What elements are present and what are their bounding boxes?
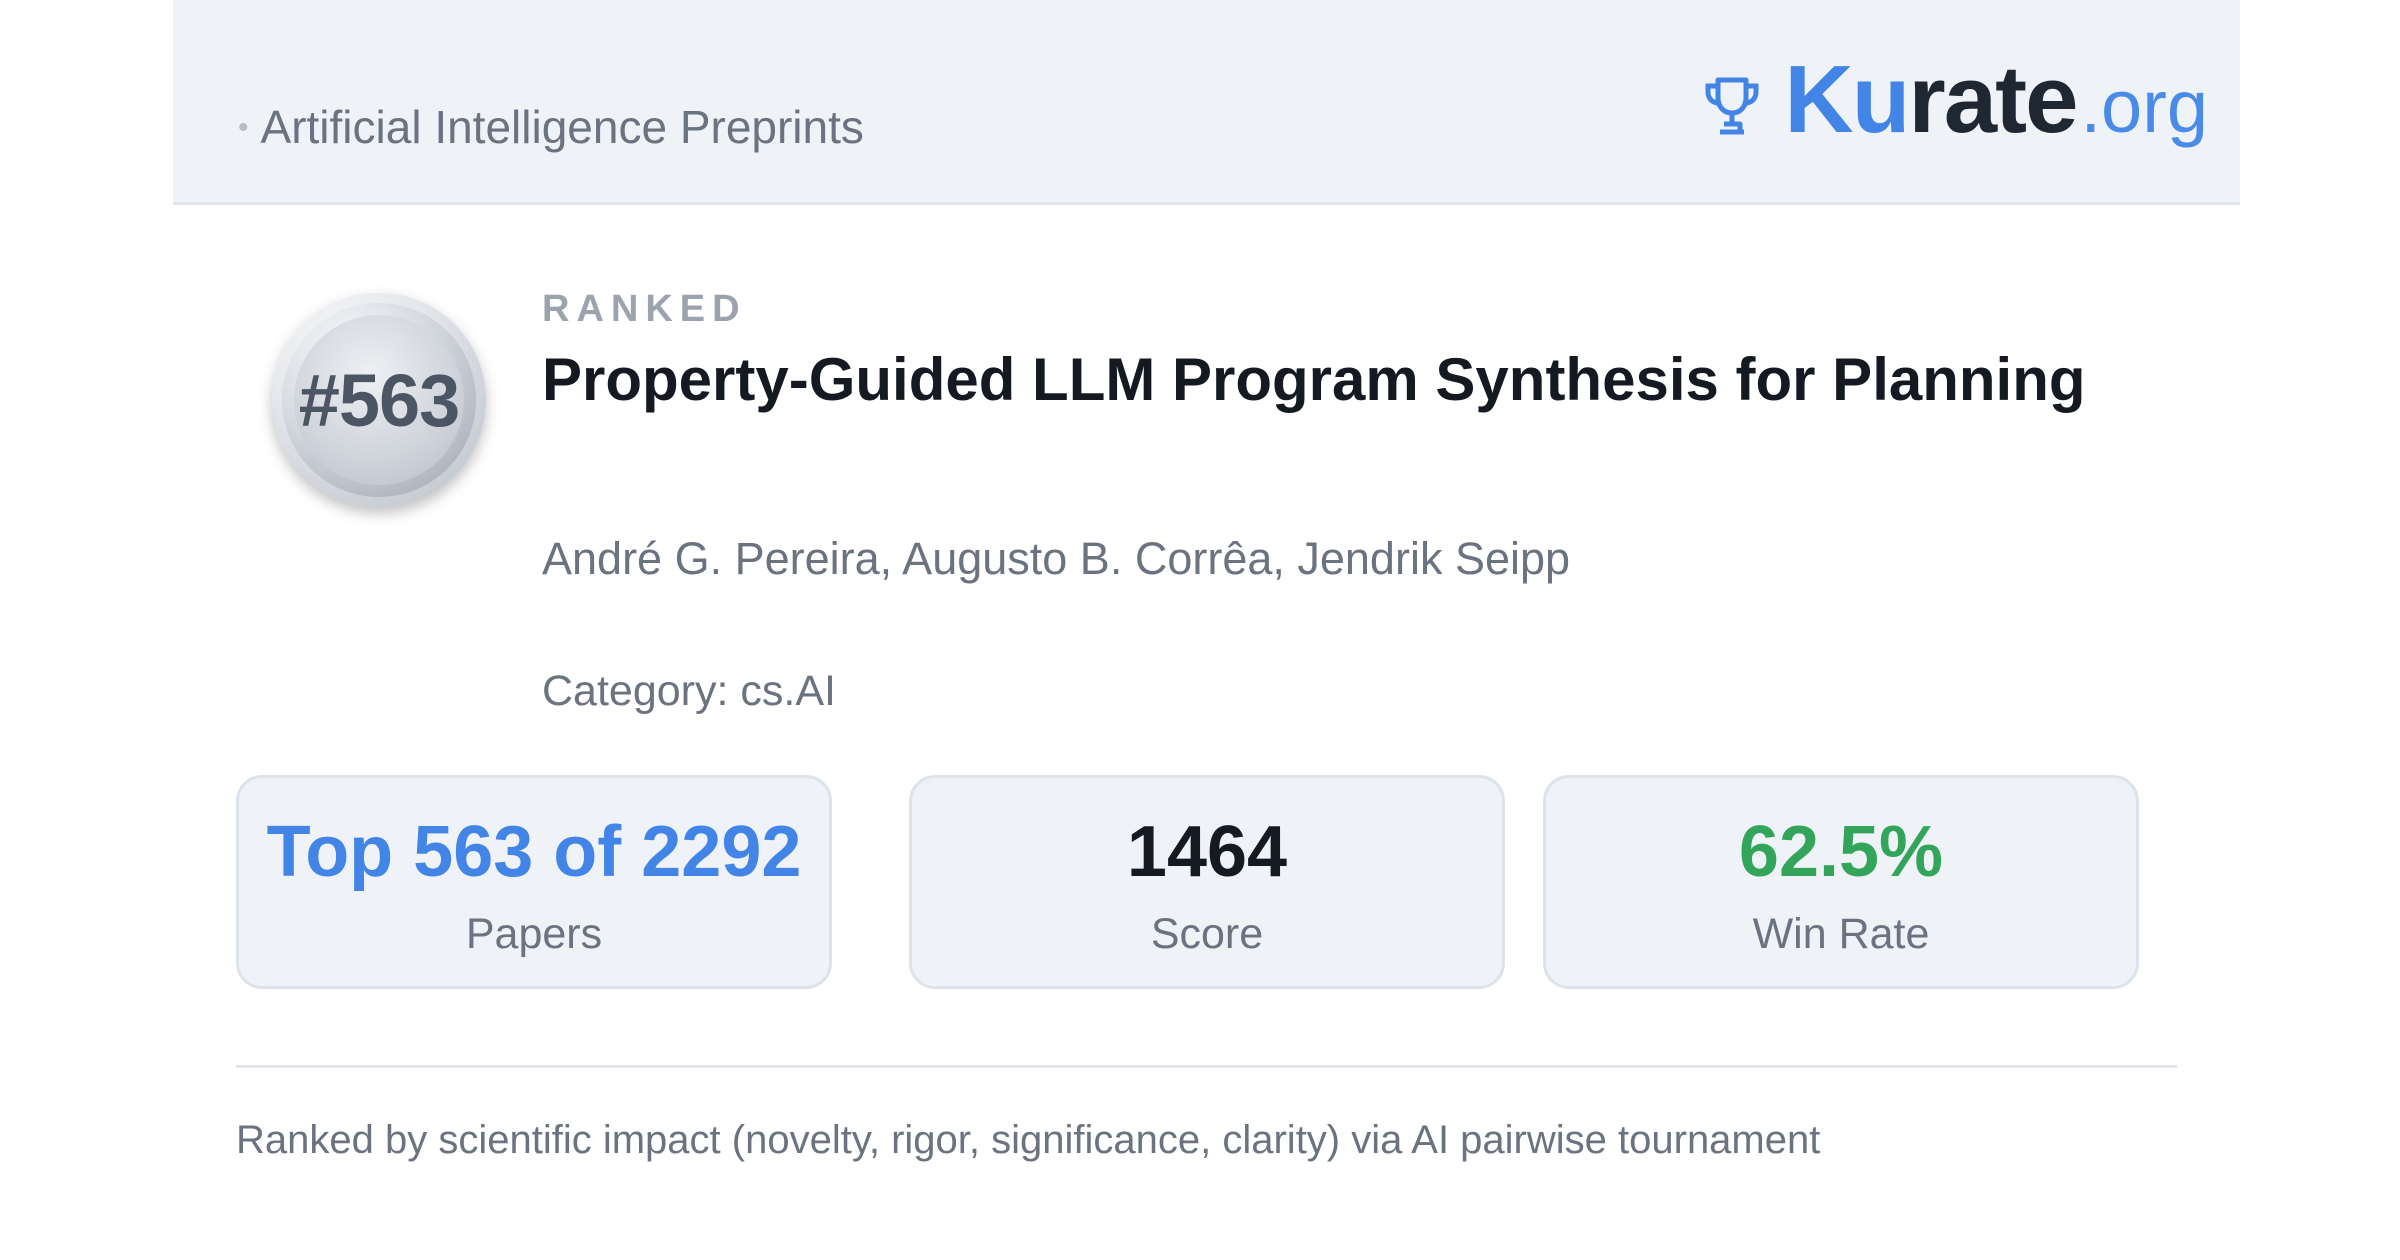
brand-ku: Ku	[1784, 46, 1910, 153]
paper-category: Category: cs.AI	[542, 667, 836, 715]
ranking-footnote: Ranked by scientific impact (novelty, ri…	[236, 1118, 1821, 1162]
stat-card-score: 1464 Score	[909, 775, 1505, 989]
header-subtitle: Artificial Intelligence Preprints	[260, 101, 864, 153]
rank-number: #563	[298, 358, 461, 442]
dot-icon: •	[238, 111, 249, 144]
header-subtitle-row: • Artificial Intelligence Preprints	[238, 100, 864, 154]
stat-label-papers: Papers	[465, 910, 603, 958]
stat-label-win-rate: Win Rate	[1752, 910, 1930, 958]
header-bar: • Artificial Intelligence Preprints Ku rat…	[173, 0, 2240, 205]
stat-value-score: 1464	[1126, 812, 1288, 892]
paper-title[interactable]: Property-Guided LLM Program Synthesis fo…	[542, 345, 2086, 414]
brand-tld: .org	[2080, 64, 2208, 148]
brand-rate: rate	[1908, 46, 2078, 153]
trophy-icon	[1705, 77, 1759, 135]
stat-card-win-rate: 62.5% Win Rate	[1543, 775, 2139, 989]
brand-logo[interactable]: Ku rate .org	[1700, 45, 2208, 155]
stat-value-papers: Top 563 of 2292	[266, 812, 802, 892]
stat-value-win-rate: 62.5%	[1738, 812, 1944, 892]
divider	[236, 1065, 2177, 1068]
stat-card-papers: Top 563 of 2292 Papers	[236, 775, 832, 989]
ranked-label: RANKED	[542, 288, 747, 330]
stat-label-score: Score	[1150, 910, 1264, 958]
rank-medal: #563	[272, 293, 486, 507]
paper-authors: André G. Pereira, Augusto B. Corrêa, Jen…	[542, 533, 1571, 584]
